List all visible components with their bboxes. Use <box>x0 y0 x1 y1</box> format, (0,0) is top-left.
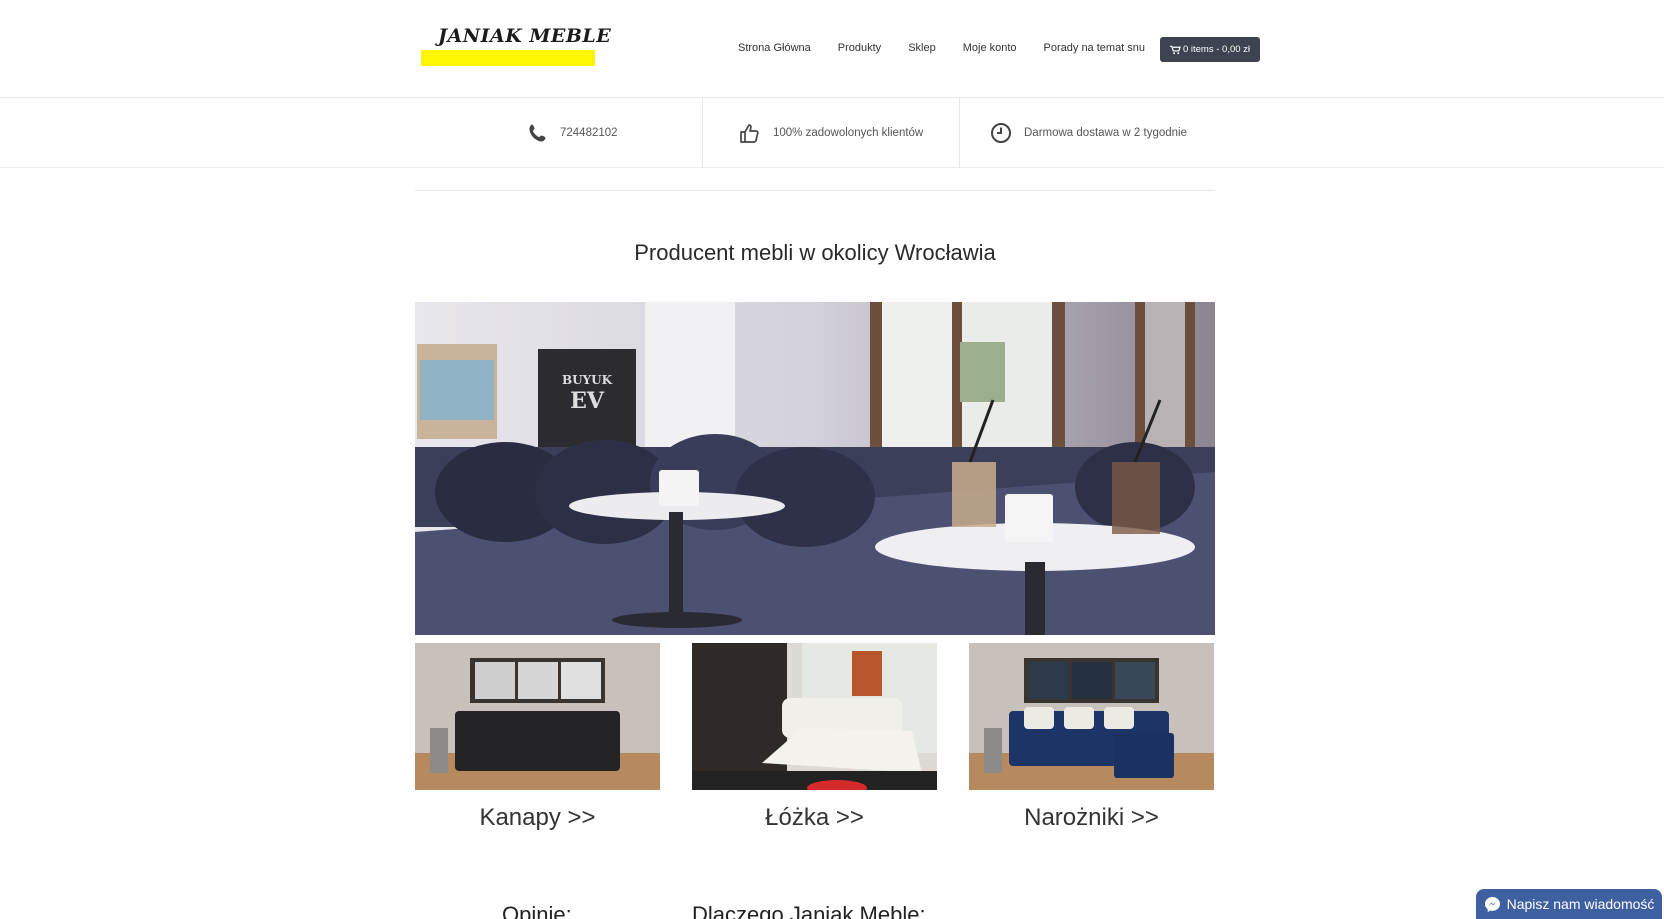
cart-label: 0 items - 0,00 zł <box>1182 44 1251 55</box>
bed-illustration <box>692 643 937 790</box>
svg-text:EV: EV <box>570 388 605 414</box>
section-why-us-title: Dlaczego Janiak Meble: <box>692 902 926 919</box>
satisfaction-text: 100% zadowolonych klientów <box>773 127 924 139</box>
site-header: JANIAK MEBLE Strona Główna Produkty Skle… <box>0 0 1664 98</box>
messenger-icon <box>1484 896 1500 912</box>
clock-icon <box>991 123 1011 143</box>
category-sofas[interactable]: Kanapy >> <box>415 643 660 832</box>
nav-my-account[interactable]: Moje konto <box>963 42 1017 54</box>
logo-highlight <box>421 50 595 66</box>
info-delivery: Darmowa dostawa w 2 tygodnie <box>990 98 1187 168</box>
info-bar: 724482102 100% zadowolonych klientów Dar… <box>0 98 1664 168</box>
category-beds[interactable]: Łóżka >> <box>692 643 937 832</box>
nav-home[interactable]: Strona Główna <box>738 42 811 54</box>
info-divider <box>702 98 703 168</box>
hero-image: BUYUK EV <box>415 302 1215 635</box>
cart-icon <box>1169 45 1181 54</box>
logo-text: JANIAK MEBLE <box>438 25 612 47</box>
category-label[interactable]: Narożniki >> <box>969 804 1214 832</box>
sofa-illustration <box>415 643 660 790</box>
thumbs-up-icon <box>740 124 759 143</box>
cart-button[interactable]: 0 items - 0,00 zł <box>1160 37 1260 62</box>
page-title: Producent mebli w okolicy Wrocławia <box>634 240 996 265</box>
info-satisfaction: 100% zadowolonych klientów <box>739 98 923 168</box>
delivery-text: Darmowa dostawa w 2 tygodnie <box>1024 127 1187 139</box>
info-phone: 724482102 <box>528 98 618 168</box>
divider <box>415 190 1215 191</box>
site-logo[interactable]: JANIAK MEBLE <box>420 22 611 68</box>
bed-image[interactable] <box>692 643 937 790</box>
svg-text:BUYUK: BUYUK <box>562 373 613 387</box>
nav-sleep-tips[interactable]: Porady na temat snu <box>1044 42 1146 54</box>
category-label[interactable]: Kanapy >> <box>415 804 660 832</box>
nav-shop[interactable]: Sklep <box>908 42 936 54</box>
sofa-image[interactable] <box>415 643 660 790</box>
info-divider <box>959 98 960 168</box>
phone-number[interactable]: 724482102 <box>560 127 618 139</box>
messenger-chat-button[interactable]: Napisz nam wiadomość <box>1476 889 1662 919</box>
chat-label: Napisz nam wiadomość <box>1506 896 1655 912</box>
phone-icon <box>529 124 546 142</box>
corner-sofa-image[interactable] <box>969 643 1214 790</box>
category-corner-sofas[interactable]: Narożniki >> <box>969 643 1214 832</box>
main-nav: Strona Główna Produkty Sklep Moje konto … <box>738 42 1172 54</box>
category-label[interactable]: Łóżka >> <box>692 804 937 832</box>
section-reviews-title: Opinie: <box>502 902 572 919</box>
nav-products[interactable]: Produkty <box>838 42 881 54</box>
corner-sofa-illustration <box>969 643 1214 790</box>
living-room-illustration: BUYUK EV <box>415 302 1215 635</box>
